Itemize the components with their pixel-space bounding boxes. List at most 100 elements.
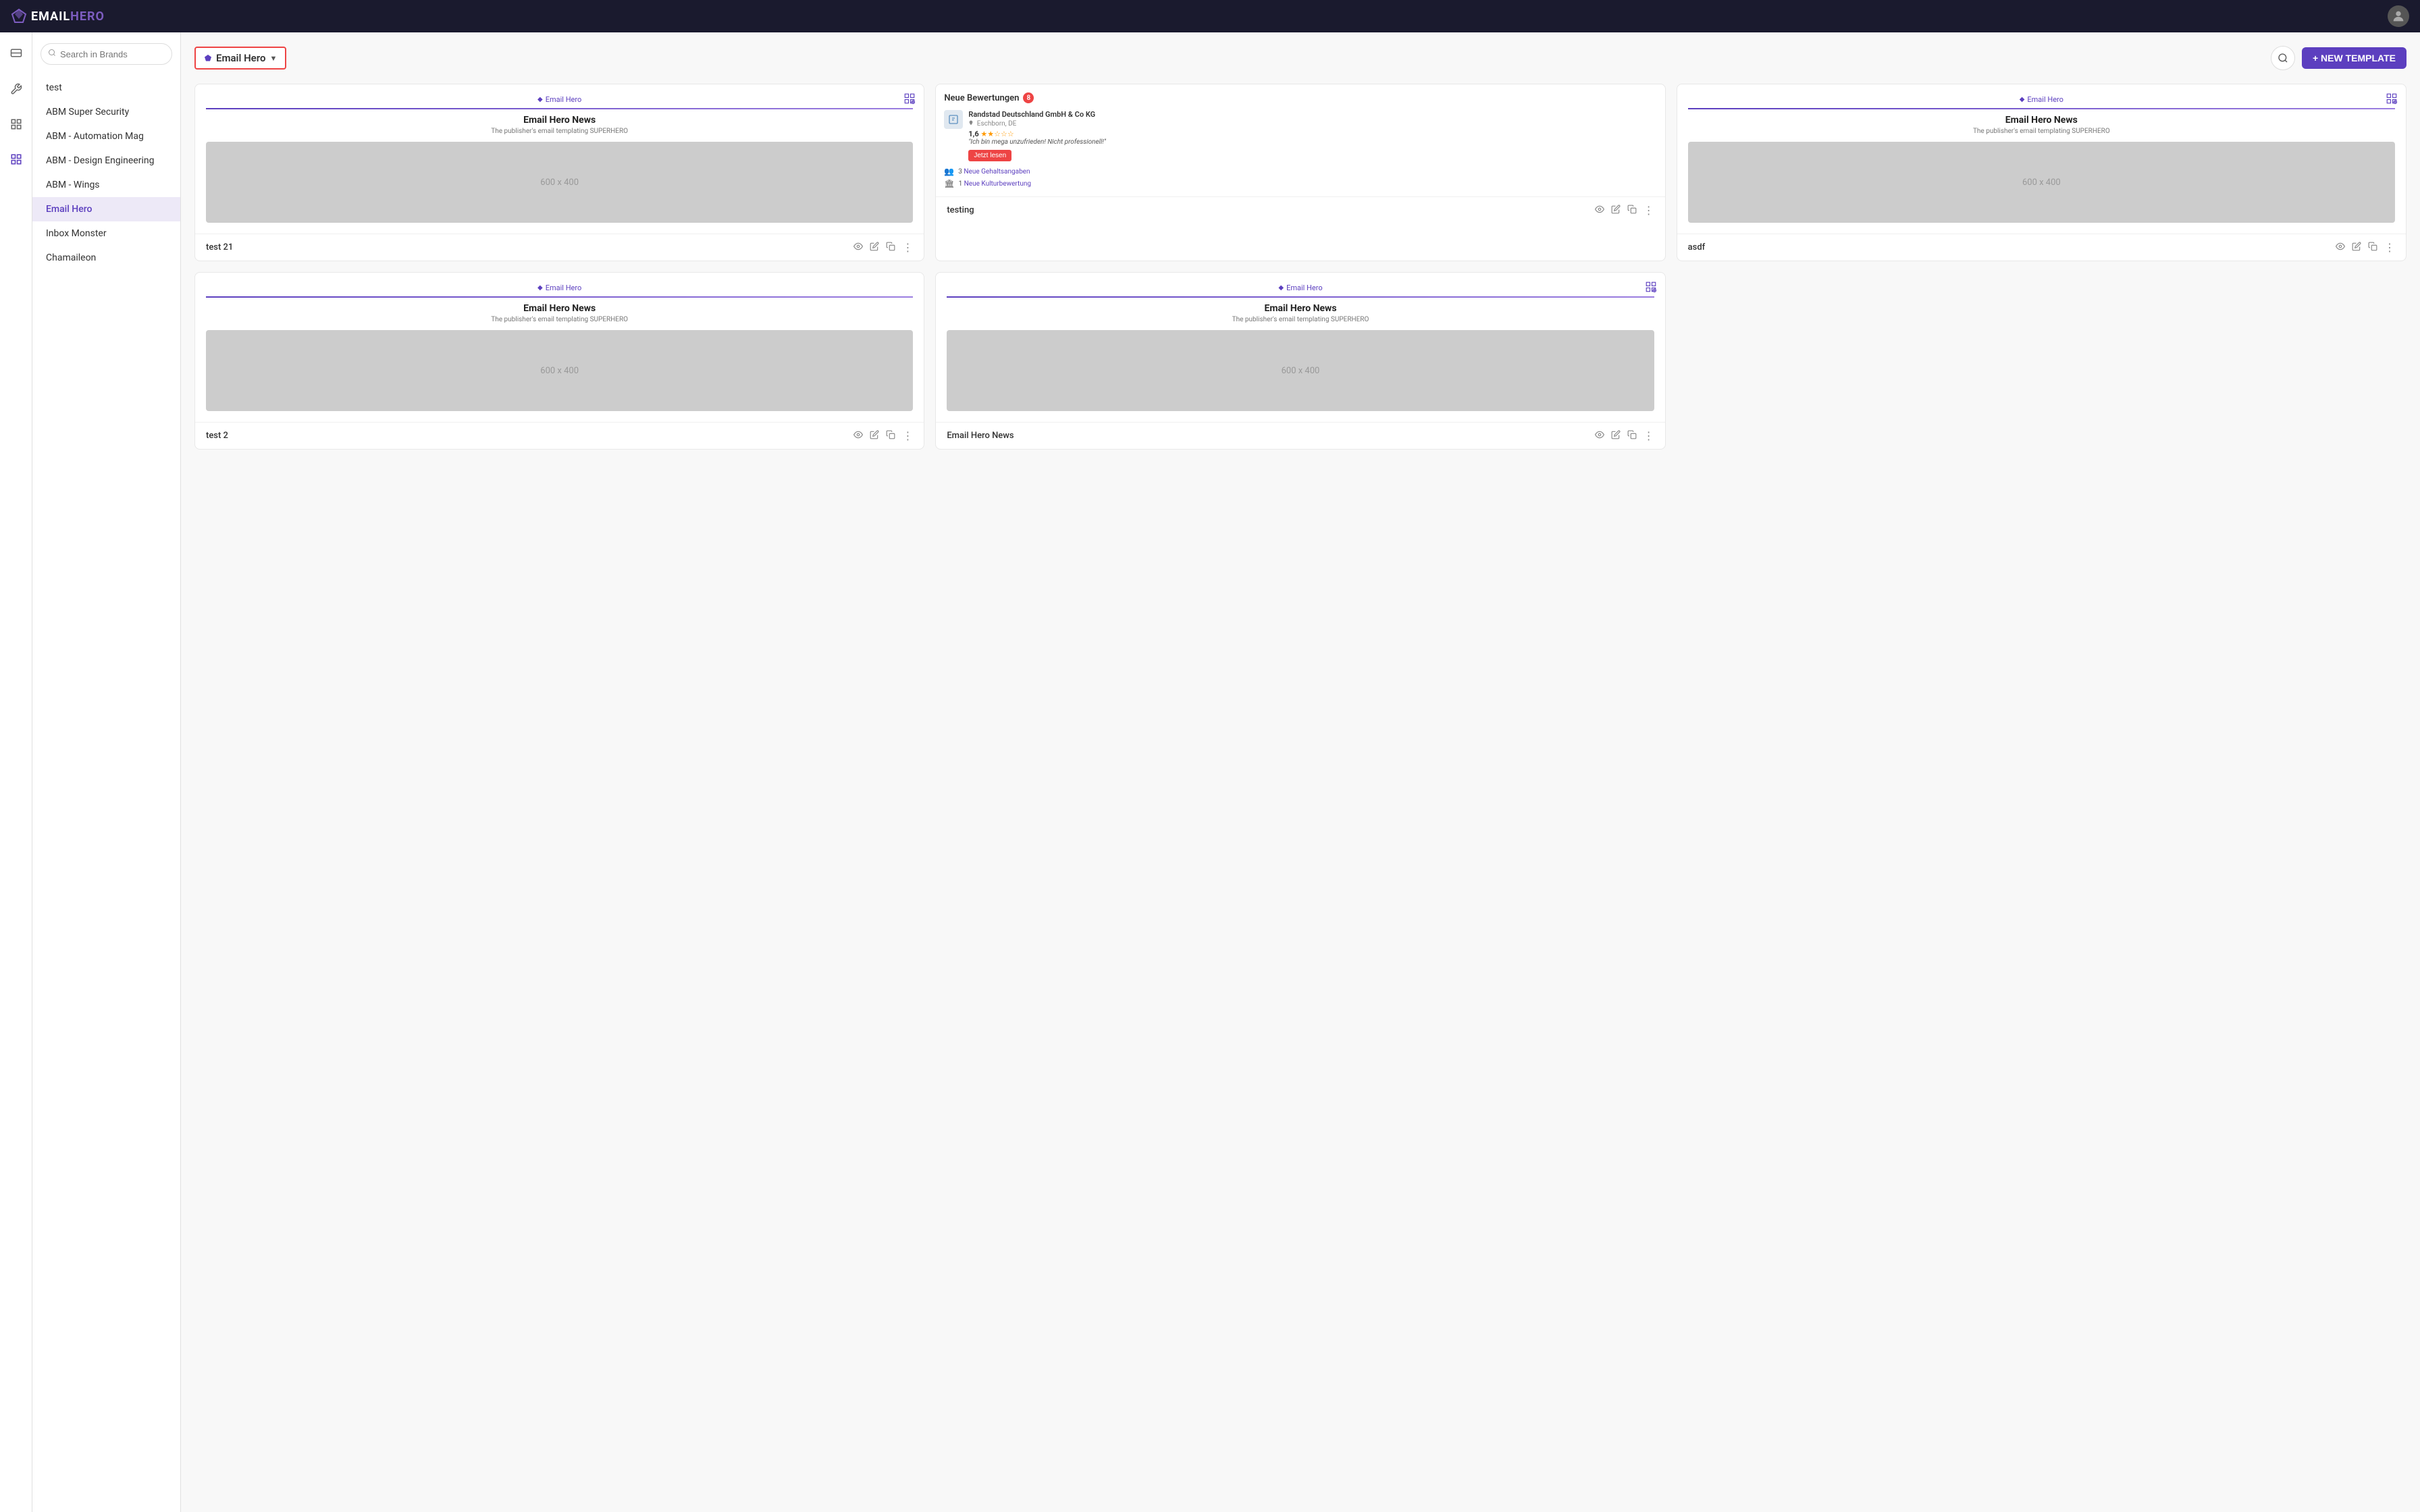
brands-list: testABM Super SecurityABM - Automation M… — [32, 76, 180, 270]
logo-text: EMAILHERO — [31, 9, 105, 24]
copy-icon[interactable] — [886, 430, 895, 442]
content-area: Email Hero ▼ + NEW TEMPLATE ◆ Email — [181, 32, 2420, 1512]
card-preview: ◆ Email Hero Email Hero News The publish… — [936, 273, 1664, 422]
card-thumbnail: 600 x 400 — [206, 330, 913, 411]
card-divider — [947, 296, 1654, 298]
main-layout: + testABM Super SecurityABM - Automation… — [0, 32, 2420, 1512]
sidebar-icon-brands[interactable] — [5, 148, 27, 170]
rating-stars: ★★☆☆☆ — [980, 130, 1014, 138]
sidebar-item-email-hero[interactable]: Email Hero — [32, 197, 180, 221]
user-avatar[interactable] — [2388, 5, 2409, 27]
sidebar-icon-inbox[interactable] — [5, 43, 27, 65]
topnav: EMAILHERO — [0, 0, 2420, 32]
company-logo — [944, 110, 963, 129]
card-brand-tag: ◆ Email Hero — [2020, 95, 2063, 104]
read-button[interactable]: Jetzt lesen — [968, 150, 1011, 161]
card-actions — [853, 242, 895, 254]
brand-tag-label: Email Hero — [546, 284, 582, 292]
grid-settings-icon[interactable] — [903, 92, 916, 107]
card-subtitle: The publisher's email templating SUPERHE… — [491, 316, 628, 323]
card-name: test 2 — [206, 431, 228, 441]
card-actions — [2336, 242, 2377, 254]
edit-icon[interactable] — [870, 430, 879, 442]
sidebar-item-inbox-monster[interactable]: Inbox Monster — [32, 221, 180, 246]
brand-dropdown[interactable]: Email Hero ▼ — [194, 47, 286, 70]
content-header: Email Hero ▼ + NEW TEMPLATE — [194, 46, 2406, 70]
sidebar-item-chamaileon[interactable]: Chamaileon — [32, 246, 180, 270]
card-title: Email Hero News — [523, 303, 596, 314]
copy-icon[interactable] — [886, 242, 895, 254]
card-footer: Email Hero News ⋮ — [936, 422, 1664, 449]
grid-settings-icon[interactable] — [2386, 92, 2398, 107]
brand-tag-label: Email Hero — [546, 95, 582, 104]
card-footer: test 2 ⋮ — [195, 422, 924, 449]
card-name: testing — [947, 205, 974, 215]
new-template-button[interactable]: + NEW TEMPLATE — [2302, 47, 2406, 69]
card-card-2: Neue Bewertungen 8 Randstad Deutschland … — [935, 84, 1665, 261]
sidebar-item-abm-automation-mag[interactable]: ABM - Automation Mag — [32, 124, 180, 148]
card-actions — [1595, 205, 1637, 217]
card-notification-body: Neue Bewertungen 8 Randstad Deutschland … — [936, 84, 1664, 196]
sidebar-item-abm-wings[interactable]: ABM - Wings — [32, 173, 180, 197]
selected-brand-label: Email Hero — [216, 52, 265, 64]
view-icon[interactable] — [853, 242, 863, 254]
notification-stats: 👥 3 Neue Gehaltsangaben 🏛 1 Neue Kulturb… — [944, 167, 1656, 188]
view-icon[interactable] — [1595, 430, 1604, 442]
notification-title: Neue Bewertungen 8 — [944, 92, 1656, 103]
icon-sidebar — [0, 32, 32, 1512]
sidebar-item-abm-super-security[interactable]: ABM Super Security — [32, 100, 180, 124]
card-brand-tag: ◆ Email Hero — [537, 95, 581, 104]
edit-icon[interactable] — [870, 242, 879, 254]
brand-tag-label: Email Hero — [1286, 284, 1323, 292]
view-icon[interactable] — [2336, 242, 2345, 254]
copy-icon[interactable] — [1627, 430, 1637, 442]
sidebar-icon-templates[interactable] — [5, 113, 27, 135]
copy-icon[interactable] — [2368, 242, 2377, 254]
card-card-4: ◆ Email Hero Email Hero News The publish… — [194, 272, 924, 450]
card-name: Email Hero News — [947, 431, 1014, 441]
brands-sidebar: + testABM Super SecurityABM - Automation… — [32, 32, 181, 1512]
edit-icon[interactable] — [1611, 430, 1621, 442]
logo: EMAILHERO — [11, 8, 105, 24]
search-input[interactable] — [60, 49, 179, 59]
header-right: + NEW TEMPLATE — [2271, 46, 2406, 70]
edit-icon[interactable] — [1611, 205, 1621, 217]
more-options-icon[interactable]: ⋮ — [1643, 429, 1654, 442]
card-thumbnail: 600 x 400 — [206, 142, 913, 223]
sidebar-item-test[interactable]: test — [32, 76, 180, 100]
stat-icon-1: 🏛 — [944, 179, 954, 188]
stat-icon-0: 👥 — [944, 167, 954, 176]
company-name: Randstad Deutschland GmbH & Co KG — [968, 110, 1106, 119]
company-location: Eschborn, DE — [968, 120, 1106, 128]
more-options-icon[interactable]: ⋮ — [1643, 204, 1654, 217]
view-icon[interactable] — [853, 430, 863, 442]
sidebar-icon-tools[interactable] — [5, 78, 27, 100]
grid-settings-icon[interactable] — [1645, 281, 1657, 296]
card-title: Email Hero News — [523, 115, 596, 126]
card-brand-tag: ◆ Email Hero — [537, 284, 581, 292]
card-title: Email Hero News — [1264, 303, 1336, 314]
stat-item-1: 🏛 1 Neue Kulturbewertung — [944, 179, 1656, 188]
card-footer: asdf ⋮ — [1677, 234, 2406, 261]
card-divider — [1688, 108, 2395, 109]
view-icon[interactable] — [1595, 205, 1604, 217]
card-subtitle: The publisher's email templating SUPERHE… — [1232, 316, 1369, 323]
sidebar-item-abm-design-engineering[interactable]: ABM - Design Engineering — [32, 148, 180, 173]
more-options-icon[interactable]: ⋮ — [902, 241, 913, 254]
rating-number: 1,6 — [968, 130, 978, 138]
card-thumbnail: 600 x 400 — [1688, 142, 2395, 223]
more-options-icon[interactable]: ⋮ — [902, 429, 913, 442]
brand-diamond-icon: ◆ — [2020, 96, 2025, 103]
card-divider — [206, 296, 913, 298]
card-divider — [206, 108, 913, 109]
header-search-button[interactable] — [2271, 46, 2295, 70]
more-options-icon[interactable]: ⋮ — [2384, 241, 2395, 254]
copy-icon[interactable] — [1627, 205, 1637, 217]
search-box: + — [41, 43, 172, 65]
edit-icon[interactable] — [2352, 242, 2361, 254]
card-brand-tag: ◆ Email Hero — [1278, 284, 1322, 292]
notification-company: Randstad Deutschland GmbH & Co KG Eschbo… — [944, 110, 1656, 161]
notification-badge: 8 — [1023, 92, 1034, 103]
brand-diamond-icon: ◆ — [1278, 284, 1284, 292]
logo-icon — [11, 8, 27, 24]
